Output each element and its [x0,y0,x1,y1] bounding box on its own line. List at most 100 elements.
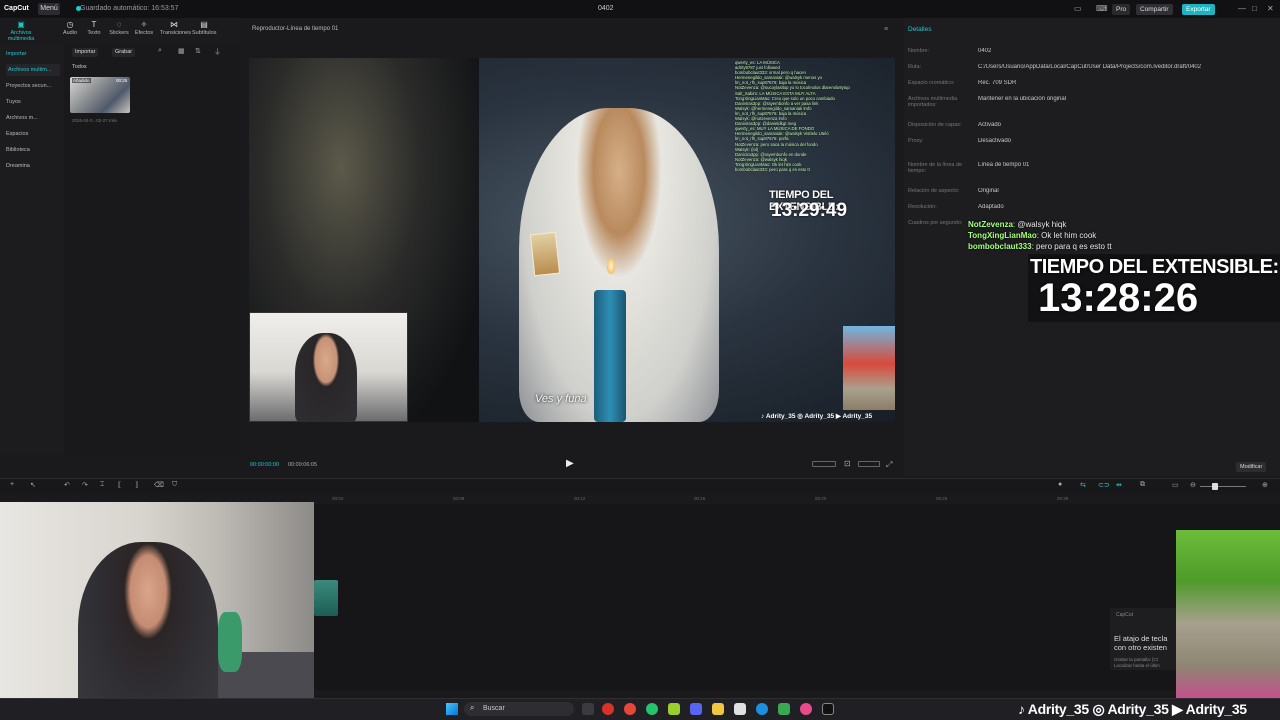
record-button[interactable]: Grabar [112,48,136,57]
fullscreen-icon[interactable]: ⤢ [886,460,892,470]
undo-icon[interactable]: ↶ [64,481,70,489]
export-button[interactable]: Exportar [1182,4,1215,15]
microphone-icon[interactable]: ● [1058,481,1062,488]
crop-icon[interactable]: ⊡ [844,459,851,468]
split-left-icon[interactable]: ⟦ [118,481,121,489]
detail-value: Activado [978,122,1002,128]
grid-view-icon[interactable]: ▦ [178,47,185,55]
menu-button[interactable]: Menú [38,3,60,15]
snap-icon[interactable]: ⇹ [1116,481,1122,489]
split-icon[interactable]: ⌶ [100,481,104,489]
filter-icon[interactable]: ⏚ [214,47,221,57]
detail-value: 0402 [978,48,992,54]
taskbar-search[interactable] [464,702,574,716]
split-right-icon[interactable]: ⟧ [135,481,138,489]
share-button[interactable]: Compartir [1136,4,1173,15]
link-icon[interactable]: ⇆ [1080,481,1086,489]
app-icon[interactable] [800,703,812,715]
game-overlay [1176,530,1280,700]
detail-label: Nombre de la línea de tiempo: [908,162,963,174]
sort-icon[interactable]: ⇅ [195,47,201,55]
title-bar: CapCut Menú Guardado automático: 16:53:5… [0,0,1280,18]
zoom-slider-handle[interactable] [1212,483,1218,490]
tool-effects[interactable]: ✧ Efectos [132,20,156,36]
shield-icon[interactable]: ⛉ [172,481,177,489]
filter-all-label[interactable]: Todos [72,64,87,70]
sidebar-item-import[interactable]: Importar [6,48,60,60]
sidebar-item-media[interactable]: Archivos multim... [6,64,60,76]
search-icon[interactable]: ⌕ [158,47,162,55]
chat-overlay: qwerty_es: LA MÚSICA adrity9787 just foll… [735,60,891,172]
sidebar-item-files[interactable]: Archivos m... [6,112,60,124]
media-icon: ▣ [17,20,25,29]
modify-button[interactable]: Modificar [1236,462,1267,472]
edge-icon[interactable] [756,703,768,715]
select-tool-icon[interactable]: ↖ [30,481,36,489]
player-title: Reproductor-Línea de tiempo 01 [252,26,339,32]
taskbar-search-label: Buscar [483,705,505,712]
add-track-icon[interactable]: + [10,481,14,488]
tool-stickers[interactable]: ◌ Stickers [107,20,131,36]
zoom-slider[interactable] [1200,486,1246,487]
task-view-icon[interactable] [582,703,594,715]
chat-line: TongXingLianMao: Ok let him cook [968,230,1112,241]
whatsapp-icon[interactable] [646,703,658,715]
chrome-icon[interactable] [624,703,636,715]
tool-transitions[interactable]: ⋈ Transiciones [160,20,191,36]
thumbnail-filename: 2026-04-0...02-27.mkv [72,118,118,123]
zoom-fit-icon[interactable]: ⊕ [1262,481,1268,489]
tool-captions[interactable]: ▤ Subtítulos [192,20,216,36]
chat-text: : Ok let him cook [1036,231,1097,240]
xbox-icon[interactable] [668,703,680,715]
tool-audio[interactable]: ◷ Audio [58,20,82,36]
caption-icon[interactable]: ▭ [1172,481,1179,489]
ratio-button[interactable] [812,461,836,467]
transition-icon: ⋈ [170,20,178,29]
play-icon[interactable]: ▶ [566,458,574,469]
tool-text[interactable]: T Texto [82,20,106,36]
tab-details[interactable]: Detalles [908,26,931,33]
sidebar-item-spaces[interactable]: Espacios [6,128,60,140]
capcut-icon[interactable] [822,703,834,715]
sidebar-item-dreamina[interactable]: Dreamina [6,160,60,172]
import-button[interactable]: Importar [72,48,99,57]
maximize-icon[interactable]: □ [1252,4,1257,13]
detail-value: Mantener en la ubicación original [978,96,1067,102]
file-explorer-icon[interactable] [712,703,724,715]
shortcut-icon[interactable]: ⌨ [1096,4,1108,13]
tool-media[interactable]: ▣ Archivos multimedia [6,20,36,42]
timeline-clip[interactable] [314,580,338,616]
ruler-tick: 00:12 [574,496,586,501]
magnet-icon[interactable]: ⊂⊃ [1098,481,1110,489]
windows-start-icon[interactable] [446,703,458,715]
detail-label: Ruta: [908,64,922,70]
sidebar-item-yours[interactable]: Tuyos [6,96,60,108]
player-menu-icon[interactable]: ≡ [884,26,888,33]
opera-icon[interactable] [602,703,614,715]
sidebar-item-library[interactable]: Biblioteca [6,144,60,156]
store-icon[interactable] [778,703,790,715]
minimize-icon[interactable]: — [1238,4,1246,13]
zoom-out-icon[interactable]: ⊖ [1190,481,1196,489]
preview-axis-icon[interactable]: ⧉ [1140,481,1145,489]
quality-button[interactable] [858,461,880,467]
toast-detail: Grabar la pantalla: [Ct Localizar hasta … [1114,657,1160,668]
sidebar-item-subprojects[interactable]: Proyectos secun... [6,80,60,92]
extension-timer-value: 13:29:49 [771,200,848,221]
discord-icon[interactable] [690,703,702,715]
tool-label: Audio [62,30,78,36]
close-icon[interactable]: ✕ [1267,4,1274,13]
pro-button[interactable]: Pro [1112,4,1131,15]
mail-icon[interactable] [734,703,746,715]
streamer-figure [295,333,357,422]
video-preview[interactable]: Ves y funa qwerty_es: LA MÚSICA adrity978… [249,58,895,422]
plant [218,612,242,672]
detail-label: Archivos multimedia importados: [908,96,958,108]
detail-label: Relación de aspecto: [908,188,960,194]
added-badge: Añadido [72,78,91,83]
delete-icon[interactable]: ⌫ [154,481,164,489]
redo-icon[interactable]: ↷ [82,481,88,489]
total-timecode: 00:00:06:05 [288,462,318,468]
thumbnail-duration: 00:25 [116,78,128,83]
layout-icon[interactable]: ▭ [1074,4,1082,13]
